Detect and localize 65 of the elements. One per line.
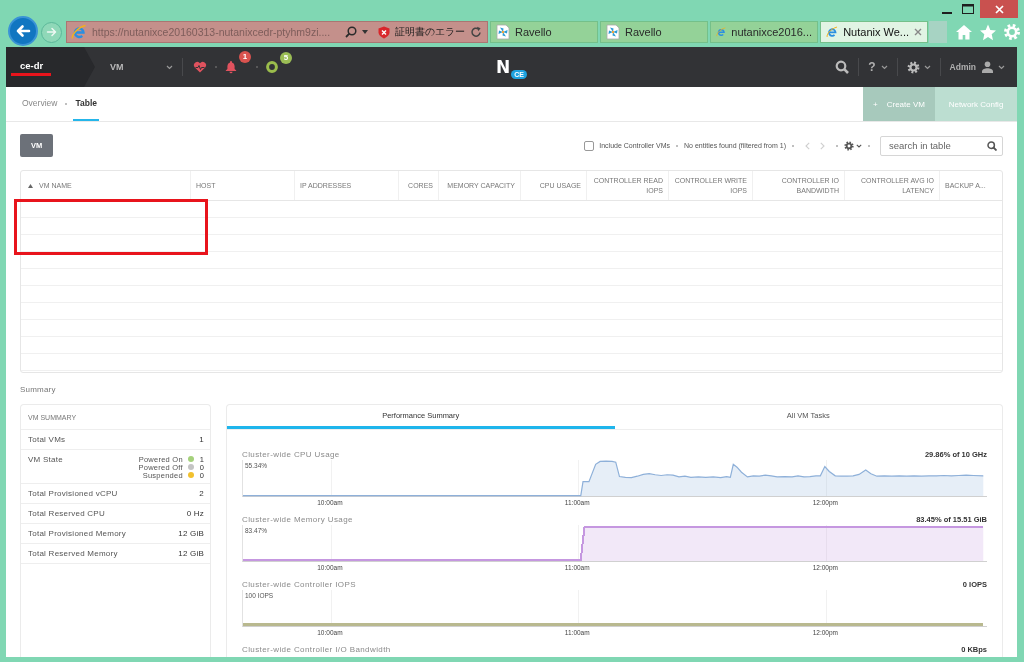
close-icon[interactable] bbox=[914, 28, 922, 36]
caret-down-icon[interactable] bbox=[998, 64, 1005, 70]
browser-tab[interactable]: nutanixce2016... bbox=[710, 21, 818, 43]
settings-icon[interactable] bbox=[906, 60, 920, 74]
arrow-right-icon bbox=[46, 27, 57, 37]
browser-tab[interactable]: Nutanix We... bbox=[820, 21, 928, 43]
address-bar[interactable]: https://nutanixce20160313-nutanixcedr-ptyhm9zi.... 証明書のエラー bbox=[66, 21, 488, 43]
caret-down-icon[interactable] bbox=[362, 30, 368, 34]
summary-value: 12 GiB bbox=[178, 529, 204, 538]
pinwheel-icon bbox=[606, 24, 620, 40]
refresh-icon[interactable] bbox=[470, 26, 482, 38]
heart-pulse-icon[interactable] bbox=[193, 61, 207, 73]
pinwheel-icon bbox=[496, 24, 510, 40]
task-count-badge: 5 bbox=[280, 52, 292, 64]
shield-error-icon bbox=[378, 25, 390, 39]
summary-label: Total VMs bbox=[28, 435, 66, 444]
user-name[interactable]: Admin bbox=[949, 62, 976, 72]
page-tab[interactable]: Table bbox=[73, 87, 99, 121]
browser-tab[interactable]: Ravello bbox=[490, 21, 598, 43]
chart-title: Cluster-wide Controller IOPS bbox=[242, 579, 356, 589]
summary-value: 2 bbox=[199, 489, 204, 498]
search-icon[interactable] bbox=[987, 140, 997, 151]
chart-title: Cluster-wide Controller I/O Bandwidth bbox=[242, 644, 391, 654]
summary-value: 12 GiB bbox=[178, 549, 204, 558]
summary-value: 0 Hz bbox=[186, 509, 204, 518]
bell-icon[interactable] bbox=[225, 60, 237, 74]
minimize-icon bbox=[941, 11, 952, 14]
checkbox[interactable] bbox=[584, 140, 595, 151]
logo-mark: N bbox=[496, 58, 511, 76]
summary-label: Total Reserved Memory bbox=[28, 549, 118, 558]
caret-down-icon bbox=[166, 64, 173, 70]
arrow-left-icon bbox=[15, 24, 31, 38]
maximize-icon bbox=[961, 3, 974, 14]
chart-title: Cluster-wide Memory Usage bbox=[242, 514, 353, 524]
browser-tab[interactable]: Ravello bbox=[600, 21, 708, 43]
caret-down-icon[interactable] bbox=[856, 143, 862, 148]
back-button[interactable] bbox=[8, 16, 38, 46]
close-icon bbox=[994, 4, 1004, 14]
help-menu[interactable]: ? bbox=[868, 60, 888, 74]
ie-logo-icon bbox=[826, 24, 839, 40]
summary-label: Total Provisioned Memory bbox=[28, 529, 127, 538]
alert-count-badge: 1 bbox=[239, 51, 251, 63]
ring-icon[interactable] bbox=[266, 61, 278, 73]
summary-label: VM State bbox=[28, 455, 63, 464]
view-menu[interactable]: VM bbox=[110, 62, 173, 72]
settings-icon[interactable] bbox=[844, 140, 854, 151]
sort-ascending-icon bbox=[28, 183, 33, 188]
cluster-breadcrumb[interactable]: ce-dr bbox=[6, 47, 95, 87]
summary-label: Total Reserved CPU bbox=[28, 509, 105, 518]
caret-down-icon bbox=[880, 64, 888, 70]
search-field[interactable]: search in table bbox=[880, 135, 1003, 156]
page-tab[interactable]: Overview bbox=[20, 87, 60, 121]
ie-logo-icon bbox=[71, 24, 87, 40]
certificate-error-button[interactable]: 証明書のエラー bbox=[378, 25, 465, 39]
chart-title: Cluster-wide CPU Usage bbox=[242, 449, 340, 459]
caret-down-icon[interactable] bbox=[923, 64, 931, 70]
star-icon[interactable] bbox=[979, 23, 997, 41]
close-button[interactable] bbox=[980, 0, 1018, 18]
summary-value: 1 bbox=[199, 435, 204, 444]
url-text: https://nutanixce20160313-nutanixcedr-ptyhm9zi.... bbox=[92, 26, 332, 38]
section-title: Summary bbox=[20, 385, 57, 394]
search-icon[interactable] bbox=[835, 60, 850, 74]
search-icon[interactable] bbox=[345, 26, 357, 38]
summary-label: Total Provisioned vCPU bbox=[28, 489, 118, 498]
user-icon[interactable] bbox=[981, 61, 994, 73]
